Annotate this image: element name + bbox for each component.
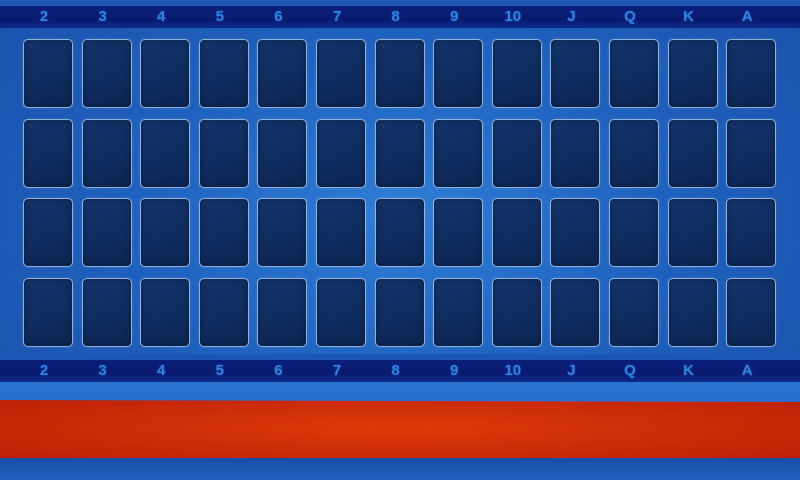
card-slot[interactable] — [550, 277, 601, 347]
card-slot[interactable] — [433, 198, 484, 267]
card-slot[interactable] — [374, 118, 425, 188]
rank-label-7: 7 — [332, 8, 342, 25]
rank-label-8: 8 — [391, 362, 400, 379]
top-rank-bar: 2 3 4 5 6 7 8 9 10 J Q K A — [0, 0, 800, 28]
card-slot[interactable] — [81, 277, 132, 347]
rank-label-2: 2 — [39, 8, 49, 25]
rank-label-4: 4 — [157, 362, 166, 379]
card-slot[interactable] — [609, 39, 659, 108]
card-slot[interactable] — [374, 39, 425, 108]
card-slot[interactable] — [609, 118, 659, 188]
rank-label-9: 9 — [450, 362, 459, 379]
rank-label-2: 2 — [39, 362, 49, 379]
card-slot[interactable] — [374, 198, 425, 267]
card-slot[interactable] — [316, 39, 366, 108]
card-slot[interactable] — [550, 198, 601, 267]
rank-label-5: 5 — [215, 8, 224, 25]
card-slot[interactable] — [667, 118, 718, 188]
rank-label-q: Q — [624, 8, 636, 25]
card-slot[interactable] — [433, 277, 484, 347]
card-slot[interactable] — [81, 198, 132, 267]
card-slot[interactable] — [550, 118, 601, 188]
card-slot[interactable] — [257, 198, 308, 267]
card-slot[interactable] — [491, 118, 542, 188]
card-slot[interactable] — [491, 39, 542, 108]
card-slot[interactable] — [257, 118, 308, 188]
card-slot[interactable] — [198, 277, 249, 347]
card-slot[interactable] — [140, 118, 191, 188]
rank-label-j: J — [567, 362, 576, 379]
card-slot[interactable] — [316, 277, 366, 347]
card-slot[interactable] — [316, 198, 366, 267]
rank-label-3: 3 — [98, 362, 107, 379]
card-slot[interactable] — [491, 277, 542, 347]
red-tray — [0, 400, 800, 462]
card-slot[interactable] — [198, 198, 249, 267]
card-slot[interactable] — [667, 277, 718, 347]
card-slot[interactable] — [609, 198, 659, 267]
rank-label-6: 6 — [274, 8, 283, 25]
rank-label-10: 10 — [504, 8, 522, 25]
rank-label-7: 7 — [332, 362, 342, 379]
card-slot[interactable] — [198, 39, 249, 108]
card-slot[interactable] — [140, 39, 191, 108]
card-slot[interactable] — [609, 277, 659, 347]
card-slot[interactable] — [374, 277, 425, 347]
rank-label-k: K — [683, 362, 695, 379]
rank-label-10: 10 — [504, 362, 522, 379]
rank-label-k: K — [683, 8, 695, 25]
card-slot[interactable] — [316, 118, 366, 188]
rank-label-q: Q — [624, 362, 636, 379]
card-slot[interactable] — [667, 198, 718, 267]
card-slot[interactable] — [667, 39, 718, 108]
card-slot[interactable] — [23, 39, 73, 108]
card-slot[interactable] — [726, 198, 777, 267]
card-slot[interactable] — [550, 39, 601, 108]
rank-label-8: 8 — [391, 8, 400, 25]
card-slot[interactable] — [140, 277, 191, 347]
rank-label-3: 3 — [98, 8, 107, 25]
card-slot[interactable] — [433, 118, 484, 188]
rank-label-j: J — [567, 8, 576, 25]
bottom-rank-bar: 2 3 4 5 6 7 8 9 10 J Q K A — [0, 354, 800, 382]
rank-label-5: 5 — [215, 362, 224, 379]
card-slot[interactable] — [433, 39, 484, 108]
card-slot[interactable] — [726, 39, 777, 108]
rank-label-6: 6 — [274, 362, 283, 379]
card-slot[interactable] — [23, 198, 73, 267]
card-slot[interactable] — [23, 118, 73, 188]
card-slot[interactable] — [257, 39, 308, 108]
card-slot[interactable] — [726, 277, 777, 347]
card-slot[interactable] — [726, 118, 777, 188]
rank-label-9: 9 — [450, 8, 459, 25]
card-slot[interactable] — [257, 277, 308, 347]
rank-label-a: A — [741, 8, 753, 25]
rank-label-a: A — [741, 362, 753, 379]
bottom-blue-band — [0, 458, 800, 480]
rank-label-4: 4 — [157, 8, 166, 25]
card-slot[interactable] — [491, 198, 542, 267]
card-slot[interactable] — [198, 118, 249, 188]
card-slot[interactable] — [81, 118, 132, 188]
card-slot[interactable] — [140, 198, 191, 267]
blue-band — [0, 382, 800, 402]
card-slot[interactable] — [81, 39, 132, 108]
card-slot[interactable] — [23, 277, 73, 347]
